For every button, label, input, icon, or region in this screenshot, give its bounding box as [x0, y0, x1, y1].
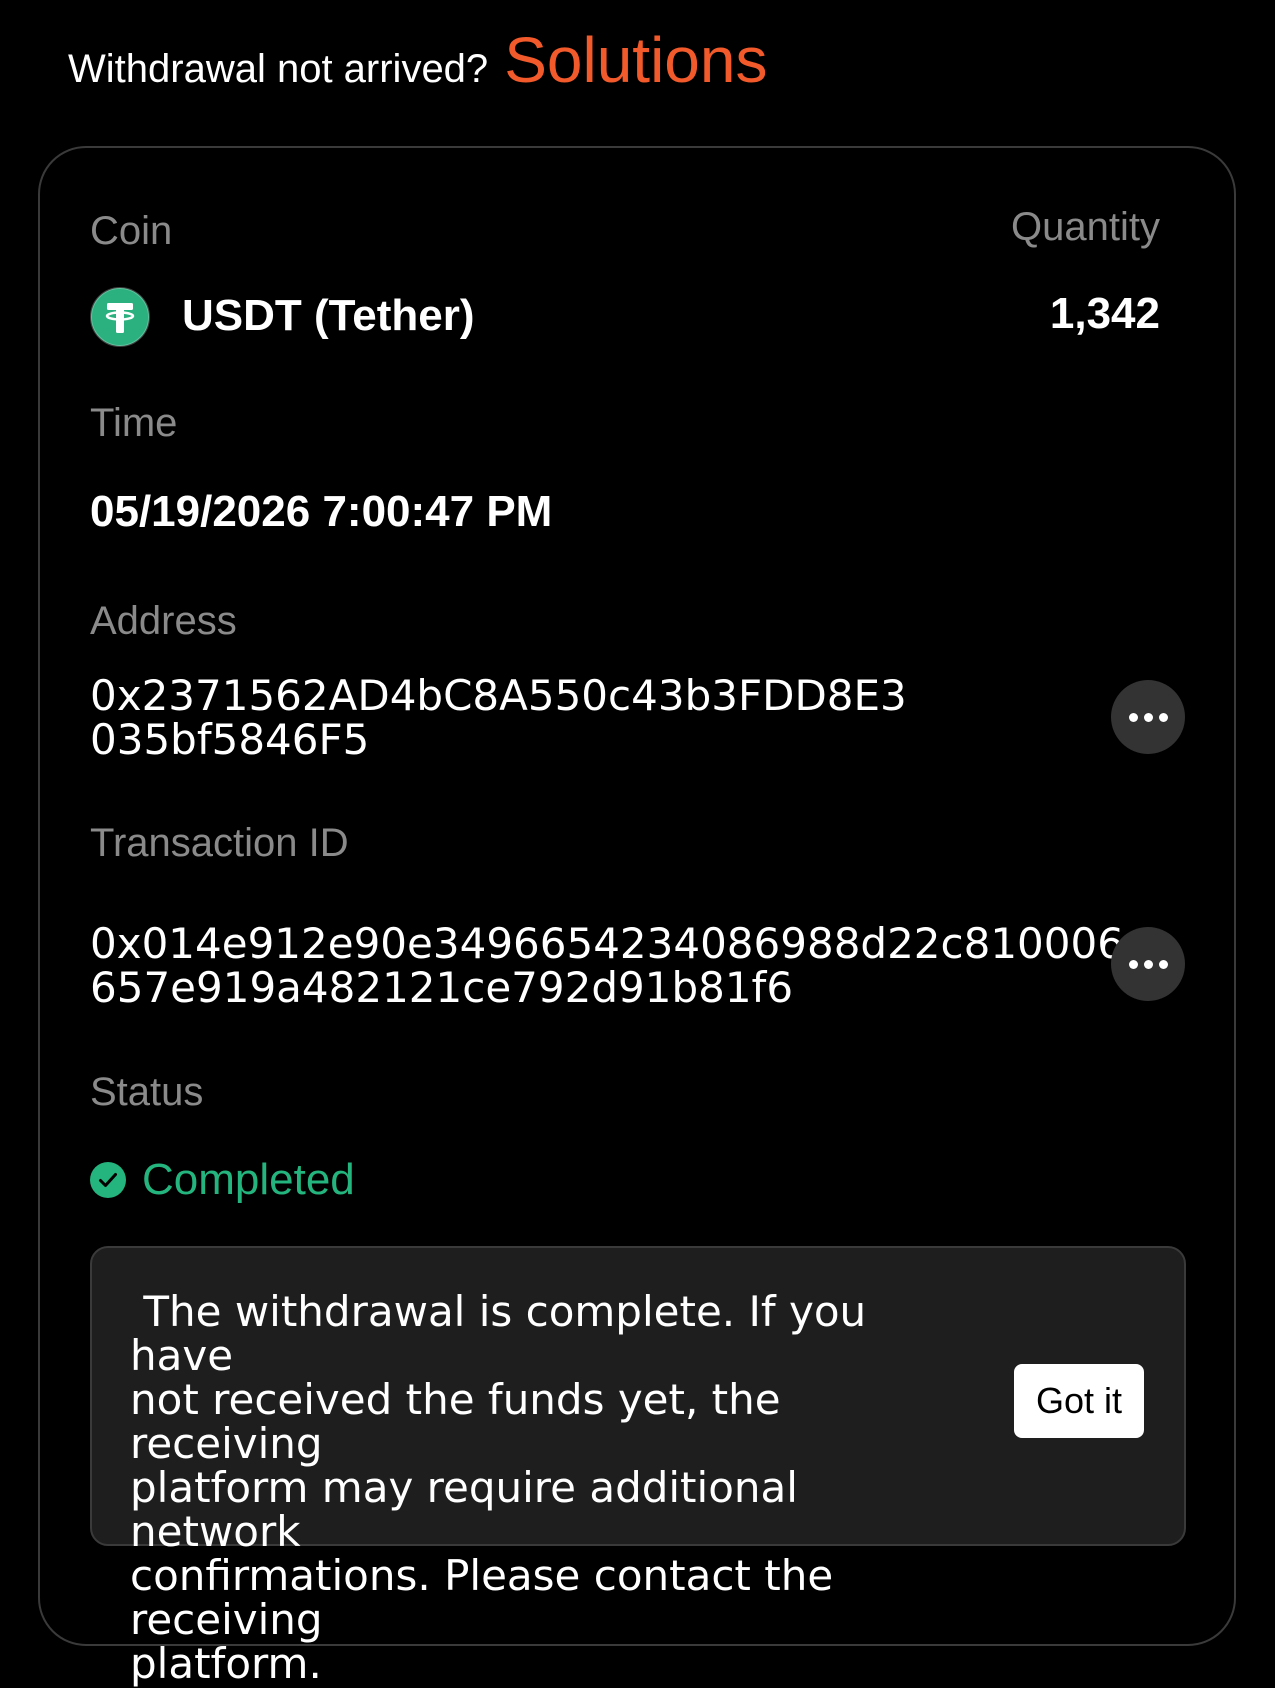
address-line-2: 035bf5846F5 [90, 715, 370, 764]
transaction-id-line-1: 0x014e912e90e349665423408698​8d22c810006 [90, 919, 1124, 968]
header-question: Withdrawal not arrived? [68, 47, 489, 91]
check-circle-icon [90, 1162, 126, 1198]
tether-icon [90, 287, 150, 347]
quantity-label: Quantity [1011, 205, 1160, 249]
check-circle-icon-svg [90, 1162, 126, 1198]
solutions-link[interactable]: Solutions [504, 28, 767, 92]
transaction-id-value: 0x014e912e90e349665423408698​8d22c810006… [90, 922, 1124, 1010]
coin-label: Coin [90, 209, 173, 253]
status-row: Completed [90, 1158, 355, 1202]
tether-icon-svg [90, 287, 150, 347]
address-line-1: 0x2371562AD4bC8A550c43b3FDD8E3 [90, 671, 907, 720]
transaction-id-line-2: 657e919a482121ce792d91b81f6 [90, 963, 794, 1012]
address-value: 0x2371562AD4bC8A550c43b3FDD8E3 035bf5846… [90, 674, 907, 762]
status-label: Status [90, 1070, 204, 1114]
quantity-value: 1,342 [1049, 289, 1160, 338]
got-it-button[interactable]: Got it [1014, 1364, 1144, 1438]
notice-text: The withdrawal is complete. If you have … [130, 1287, 867, 1688]
more-dots-icon [1128, 712, 1168, 722]
transaction-more-button[interactable] [1111, 927, 1185, 1001]
address-more-button[interactable] [1111, 680, 1185, 754]
address-label: Address [90, 599, 237, 643]
time-value: 05/19/2026 7:00:47 PM [90, 487, 553, 536]
notice-box: The withdrawal is complete. If you have … [90, 1246, 1186, 1686]
transaction-id-label: Transaction ID [90, 821, 349, 865]
coin-name: USDT (Tether) [182, 291, 475, 340]
more-dots-icon [1128, 959, 1168, 969]
time-label: Time [90, 401, 178, 445]
header: Withdrawal not arrived? Solutions [68, 28, 767, 118]
status-value: Completed [142, 1155, 355, 1204]
